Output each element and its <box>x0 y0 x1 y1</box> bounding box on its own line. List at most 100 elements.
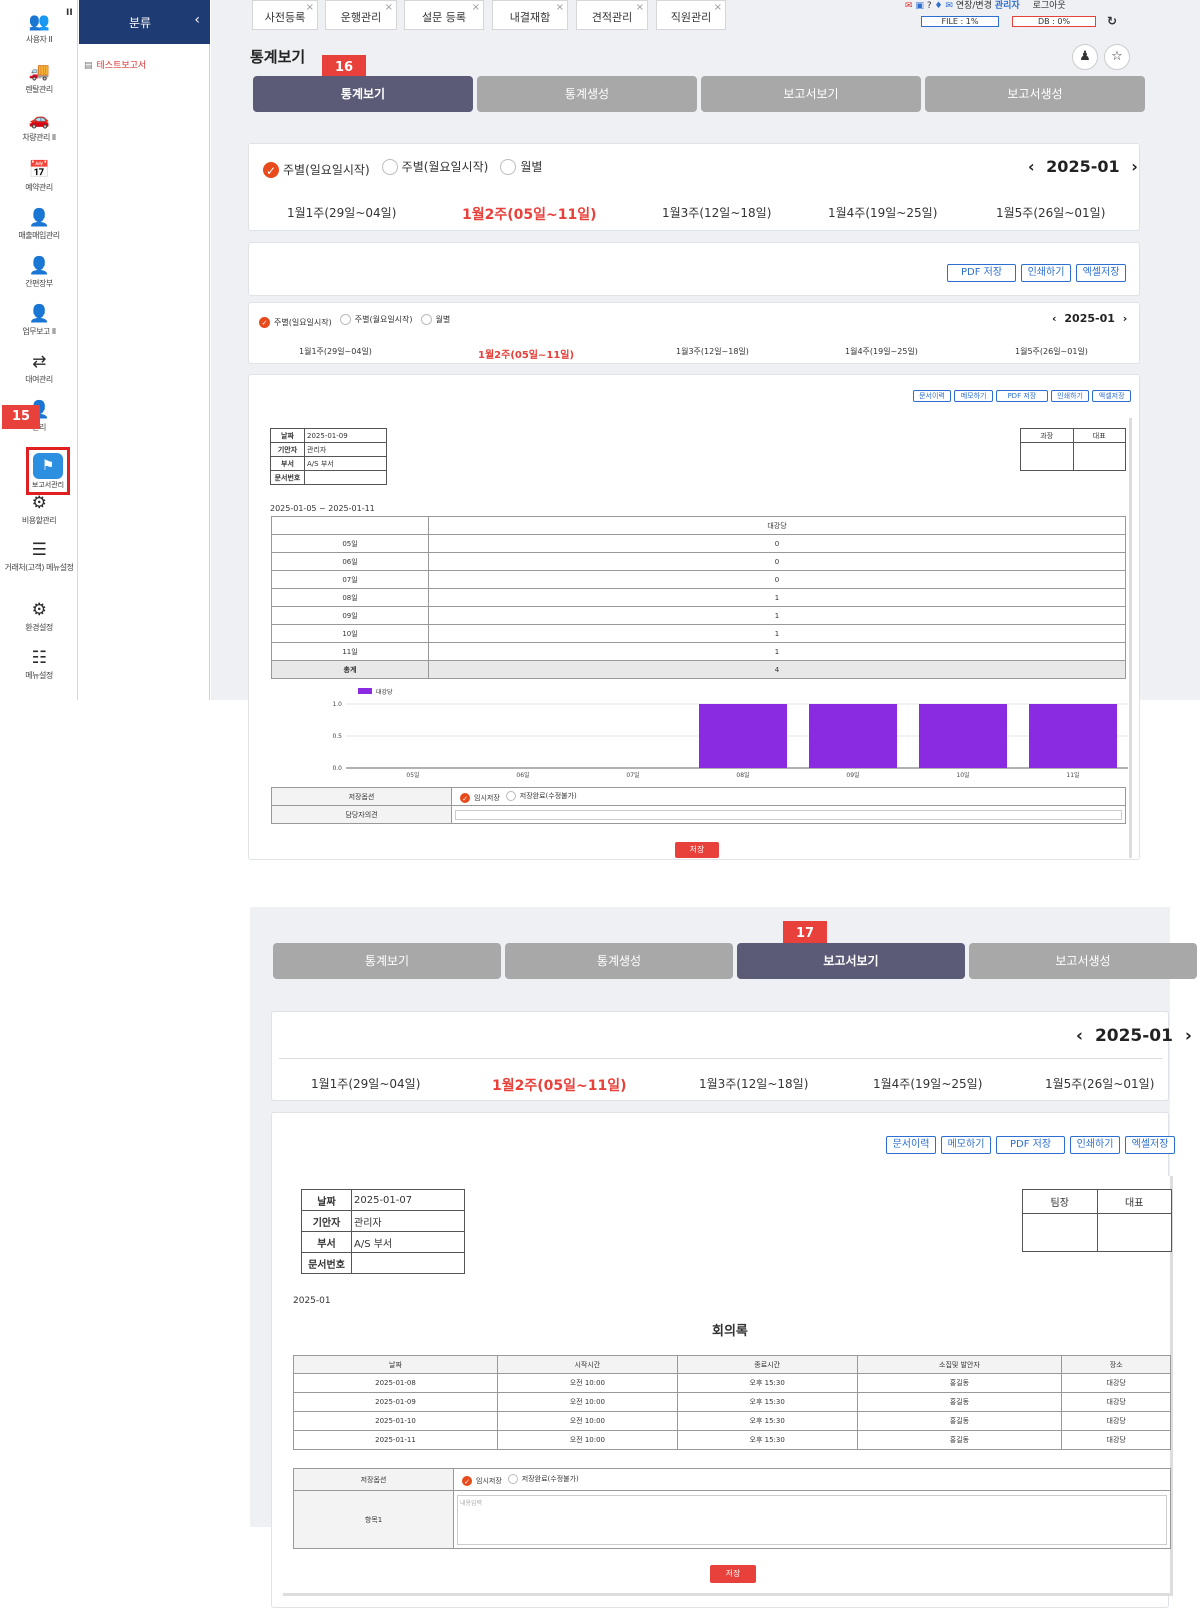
action-button-2[interactable]: PDF 저장 <box>996 1136 1065 1154</box>
week-option-1[interactable]: 1월2주(05일~11일) <box>492 1075 627 1095</box>
next-month-button-small[interactable]: › <box>1123 312 1128 325</box>
admin-link[interactable]: 관리자 <box>995 1 1020 11</box>
collapse-panel-icon[interactable]: ‹ <box>194 12 200 28</box>
mode-tab-3[interactable]: 보고서생성 <box>969 943 1197 979</box>
week-option-3[interactable]: 1월4주(19일~25일) <box>845 346 918 357</box>
tab-label: 내결재함 <box>509 11 551 24</box>
refresh-icon[interactable]: ↻ <box>1107 14 1117 28</box>
sidebar-item-9[interactable]: ⚙ 비용할관리 <box>0 493 78 526</box>
action-button-4[interactable]: 엑셀저장 <box>1092 390 1131 402</box>
sidebar-item-11[interactable]: ⚙ 환경설정 <box>0 600 78 633</box>
extend-link[interactable]: 연장/변경 <box>956 1 992 11</box>
week-option-3[interactable]: 1월4주(19일~25일) <box>873 1075 982 1092</box>
period-radio-2[interactable]: 월별 <box>500 158 542 175</box>
period-radio-0[interactable]: ✓ 주별(일요일시작) <box>259 317 332 328</box>
week-option-4[interactable]: 1월5주(26일~01일) <box>1045 1075 1154 1092</box>
header-cell: 종료시간 <box>676 1355 858 1374</box>
mode-tab-1[interactable]: 통계생성 <box>505 943 733 979</box>
save-radio-1[interactable]: 저장완료(수정불가) <box>507 1473 579 1484</box>
prev-month-button-small[interactable]: ‹ <box>1052 312 1057 325</box>
action-button-0[interactable]: PDF 저장 <box>947 264 1016 282</box>
logout-link[interactable]: 로그아웃 <box>1033 1 1066 11</box>
week-option-2[interactable]: 1월3주(12일~18일) <box>662 204 771 221</box>
sidebar-item-6[interactable]: 👤 업무보고 II <box>0 304 78 337</box>
sidebar-item-report-management[interactable]: ⚑ 보고서관리 <box>26 447 70 495</box>
prev-month-button[interactable]: ‹ <box>1028 157 1035 176</box>
week-option-0[interactable]: 1월1주(29일~04일) <box>287 204 396 221</box>
mode-tab-3[interactable]: 보고서생성 <box>925 76 1145 112</box>
period-radio-1[interactable]: 주별(월요일시작) <box>339 314 413 325</box>
close-tab-icon[interactable]: × <box>636 2 644 13</box>
row-value: 0 <box>428 552 1126 571</box>
mode-tab-2[interactable]: 보고서보기 <box>737 943 965 979</box>
action-button-2[interactable]: 엑셀저장 <box>1076 264 1126 282</box>
sidebar-item-5[interactable]: 👤 간편장부 <box>0 256 78 289</box>
users-icon-button[interactable]: ♟ <box>1072 44 1098 70</box>
action-button-1[interactable]: 메모하기 <box>941 1136 991 1154</box>
close-tab-icon[interactable]: × <box>556 2 564 13</box>
tab-5[interactable]: 직원관리 × <box>656 0 726 30</box>
action-button-2[interactable]: PDF 저장 <box>995 390 1048 402</box>
tab-3[interactable]: 내결재함 × <box>492 0 568 30</box>
sidebar-item-0[interactable]: 👥 사용자 II <box>0 12 78 45</box>
sidebar-item-3[interactable]: 📅 예약관리 <box>0 160 78 193</box>
save-button-2[interactable]: 저장 <box>710 1565 756 1583</box>
mode-tab-1[interactable]: 통계생성 <box>477 76 697 112</box>
action-button-3[interactable]: 인쇄하기 <box>1050 390 1090 402</box>
week-option-4[interactable]: 1월5주(26일~01일) <box>996 204 1105 221</box>
save-radio-1[interactable]: 저장완료(수정불가) <box>505 790 577 801</box>
save-radio-0[interactable]: ✓ 임시저장 <box>462 1475 502 1486</box>
row-label: 11일 <box>271 642 429 661</box>
close-tab-icon[interactable]: × <box>472 2 480 13</box>
radio-checked-icon: ✓ <box>460 792 470 803</box>
action-button-1[interactable]: 메모하기 <box>954 390 993 402</box>
tab-0[interactable]: 사전등록 × <box>252 0 318 30</box>
content-textarea[interactable] <box>455 809 1122 820</box>
tab-1[interactable]: 운행관리 × <box>325 0 397 30</box>
content-textarea[interactable]: 내용입력 <box>457 1494 1167 1545</box>
week-option-0[interactable]: 1월1주(29일~04일) <box>299 346 372 357</box>
mail-icon[interactable]: ✉ <box>945 1 953 11</box>
close-tab-icon[interactable]: × <box>306 2 314 13</box>
save-button[interactable]: 저장 <box>675 842 719 858</box>
week-option-1[interactable]: 1월2주(05일~11일) <box>462 204 597 224</box>
gift-icon[interactable]: ▣ <box>915 1 924 11</box>
category-item-test-report[interactable]: ▤ 테스트보고서 <box>84 58 146 71</box>
sidebar-item-1[interactable]: 🚚 렌탈관리 <box>0 62 78 95</box>
action-button-0[interactable]: 문서이력 <box>886 1136 936 1154</box>
week-option-2[interactable]: 1월3주(12일~18일) <box>676 346 749 357</box>
mode-tab-0[interactable]: 통계보기 <box>253 76 473 112</box>
period-radio-1[interactable]: 주별(월요일시작) <box>381 158 488 175</box>
sidebar-item-2[interactable]: 🚗 차량관리 II <box>0 110 78 143</box>
divider <box>279 1058 1163 1059</box>
week-option-0[interactable]: 1월1주(29일~04일) <box>311 1075 420 1092</box>
action-button-1[interactable]: 인쇄하기 <box>1021 264 1071 282</box>
save-radio-0[interactable]: ✓ 임시저장 <box>460 792 500 803</box>
bell-icon[interactable]: ♦ <box>934 1 942 11</box>
period-radio-2[interactable]: 월별 <box>420 314 450 325</box>
action-button-3[interactable]: 인쇄하기 <box>1070 1136 1120 1154</box>
action-button-0[interactable]: 문서이력 <box>912 390 952 402</box>
week-option-1[interactable]: 1월2주(05일~11일) <box>478 346 574 361</box>
tab-4[interactable]: 견적관리 × <box>576 0 648 30</box>
action-button-4[interactable]: 엑셀저장 <box>1125 1136 1175 1154</box>
next-month-button[interactable]: › <box>1131 157 1138 176</box>
help-icon[interactable]: ? <box>927 1 932 11</box>
megaphone-icon[interactable]: ✉ <box>905 1 913 11</box>
week-option-4[interactable]: 1월5주(26일~01일) <box>1015 346 1088 357</box>
favorite-star-icon[interactable]: ☆ <box>1104 44 1130 70</box>
sidebar-item-7[interactable]: ⇄ 대여관리 <box>0 352 78 385</box>
sidebar-item-10[interactable]: ☰ 거래처(고객) 메뉴설정 <box>0 540 78 573</box>
mode-tab-2[interactable]: 보고서보기 <box>701 76 921 112</box>
close-tab-icon[interactable]: × <box>714 2 722 13</box>
next-month-button-2[interactable]: › <box>1185 1026 1192 1046</box>
mode-tab-0[interactable]: 통계보기 <box>273 943 501 979</box>
week-option-3[interactable]: 1월4주(19일~25일) <box>828 204 937 221</box>
sidebar-item-4[interactable]: 👤 매출매입관리 <box>0 208 78 241</box>
sidebar-item-12[interactable]: ☷ 메뉴설정 <box>0 648 78 681</box>
tab-2[interactable]: 설문 등록 × <box>404 0 484 30</box>
close-tab-icon[interactable]: × <box>385 2 393 13</box>
week-option-2[interactable]: 1월3주(12일~18일) <box>699 1075 808 1092</box>
period-radio-0[interactable]: ✓ 주별(일요일시작) <box>263 161 370 178</box>
prev-month-button-2[interactable]: ‹ <box>1076 1026 1083 1046</box>
